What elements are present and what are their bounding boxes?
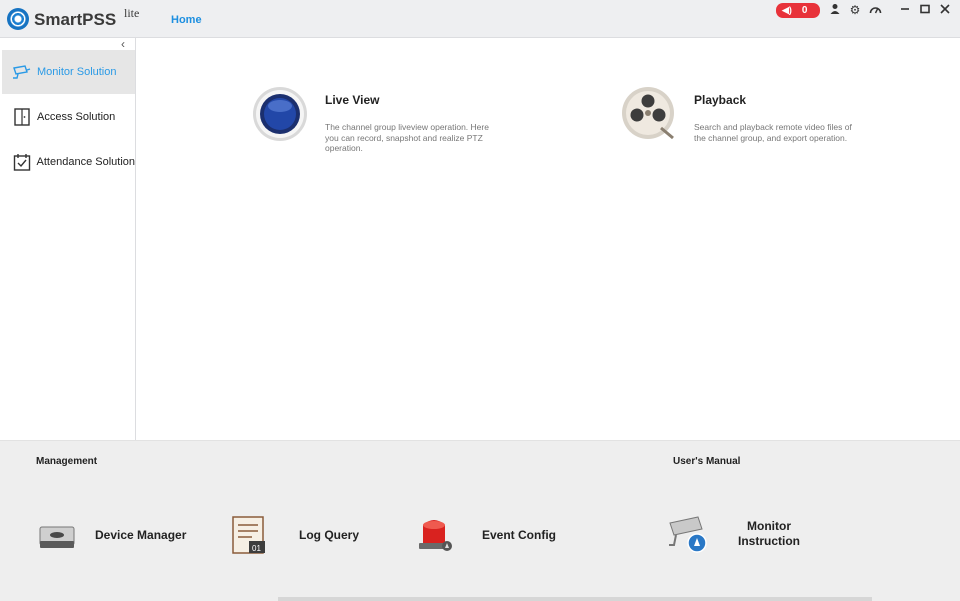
alarm-counter[interactable]: ◀) 0 [776, 3, 820, 18]
tab-home[interactable]: Home [171, 14, 202, 26]
management-title: Management [36, 456, 98, 467]
tool-label: Event Config [482, 528, 556, 542]
live-view-card[interactable]: Live View The channel group liveview ope… [252, 86, 502, 153]
door-icon [12, 107, 32, 127]
feature-description: The channel group liveview operation. He… [325, 122, 489, 153]
film-reel-icon [621, 86, 677, 142]
feature-description: Search and playback remote video files o… [694, 122, 852, 143]
performance-icon[interactable] [868, 3, 882, 17]
tool-label-line2: Instruction [738, 534, 800, 548]
users-manual-title: User's Manual [673, 456, 741, 467]
collapse-sidebar-icon[interactable]: ‹ [116, 38, 130, 50]
camera-icon [12, 62, 32, 82]
feature-title: Playback [694, 93, 747, 107]
log-icon: 01 [230, 513, 274, 557]
speaker-icon: ◀) [782, 5, 792, 15]
device-icon [36, 513, 80, 557]
sidebar-item-monitor-solution[interactable]: Monitor Solution [2, 50, 135, 94]
device-manager-button[interactable]: Device Manager [36, 513, 196, 557]
svg-text:01: 01 [252, 544, 261, 553]
sidebar: ‹ Monitor Solution Access Solution Atten… [0, 38, 136, 440]
title-bar: SmartPSS lite Home ◀) 0 ⚙ [0, 0, 960, 38]
smartpss-logo-icon [7, 8, 29, 30]
camera-help-icon [668, 513, 712, 557]
playback-card[interactable]: Playback Search and playback remote vide… [621, 86, 871, 146]
app-name: SmartPSS [34, 10, 117, 29]
settings-icon[interactable]: ⚙ [848, 3, 862, 17]
calendar-check-icon [12, 152, 32, 172]
minimize-icon[interactable] [898, 3, 912, 17]
alarm-count: 0 [801, 5, 808, 16]
horizontal-scrollbar[interactable] [278, 597, 872, 601]
tool-label-line1: Monitor [747, 519, 791, 533]
alarm-light-icon [416, 513, 460, 557]
app-edition: lite [124, 6, 140, 20]
main-content: Live View The channel group liveview ope… [136, 38, 960, 440]
sidebar-item-access-solution[interactable]: Access Solution [2, 95, 135, 139]
user-icon[interactable] [828, 3, 842, 17]
sidebar-item-attendance-solution[interactable]: Attendance Solution [2, 140, 135, 184]
bottom-panel: Management User's Manual Device Manager … [0, 440, 960, 601]
sidebar-item-label: Attendance Solution [36, 156, 135, 168]
feature-title: Live View [325, 93, 380, 107]
sidebar-item-label: Monitor Solution [37, 66, 117, 78]
event-config-button[interactable]: Event Config [416, 513, 576, 557]
close-icon[interactable] [938, 3, 952, 17]
live-view-icon [252, 86, 308, 142]
log-query-button[interactable]: 01 Log Query [230, 513, 380, 557]
monitor-instruction-button[interactable]: Monitor Instruction [668, 513, 818, 565]
sidebar-item-label: Access Solution [37, 111, 116, 123]
tool-label: Device Manager [95, 528, 187, 542]
maximize-icon[interactable] [918, 3, 932, 17]
tool-label: Log Query [299, 528, 360, 542]
